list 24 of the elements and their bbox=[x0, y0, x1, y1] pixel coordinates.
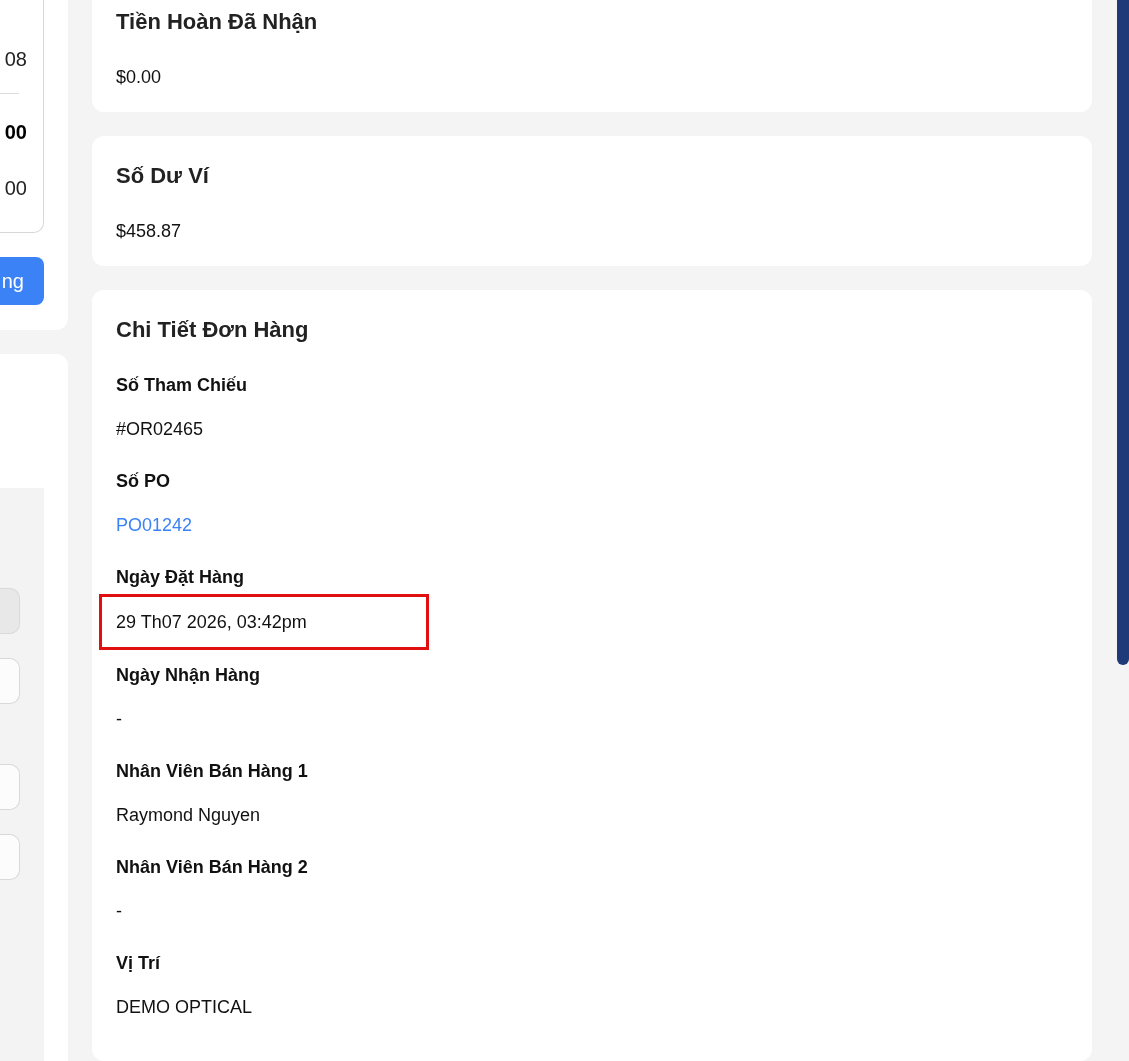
card-title: Số Dư Ví bbox=[116, 162, 211, 190]
field-label: Vị Trí bbox=[116, 952, 162, 975]
field-label: Ngày Nhận Hàng bbox=[116, 664, 262, 687]
field-label: Số PO bbox=[116, 470, 171, 493]
field-value: - bbox=[116, 708, 122, 731]
card-title: Chi Tiết Đơn Hàng bbox=[116, 316, 310, 344]
field-label: Nhân Viên Bán Hàng 2 bbox=[116, 856, 309, 879]
amount-text: $458.87 bbox=[116, 220, 183, 243]
field-value: #OR02465 bbox=[116, 418, 204, 441]
field-label: Số Tham Chiếu bbox=[116, 374, 248, 397]
field-value: 29 Th07 2026, 03:42pm bbox=[116, 611, 307, 634]
amount-text: 00 bbox=[4, 176, 27, 200]
card-title: Tiền Hoàn Đã Nhận bbox=[116, 8, 319, 36]
field-label: Ngày Đặt Hàng bbox=[116, 566, 246, 589]
amount-text: 00 bbox=[4, 120, 27, 144]
action-button[interactable]: ng bbox=[0, 257, 44, 305]
amount-text: $0.00 bbox=[116, 66, 163, 89]
field-value: DEMO OPTICAL bbox=[116, 996, 253, 1019]
po-link[interactable]: PO01242 bbox=[116, 512, 193, 538]
field-value: Raymond Nguyen bbox=[116, 804, 261, 827]
field-label: Nhân Viên Bán Hàng 1 bbox=[116, 760, 309, 783]
scrollbar-thumb[interactable] bbox=[1117, 0, 1129, 665]
amount-text: 08 bbox=[4, 47, 27, 71]
field-value: - bbox=[116, 900, 122, 923]
